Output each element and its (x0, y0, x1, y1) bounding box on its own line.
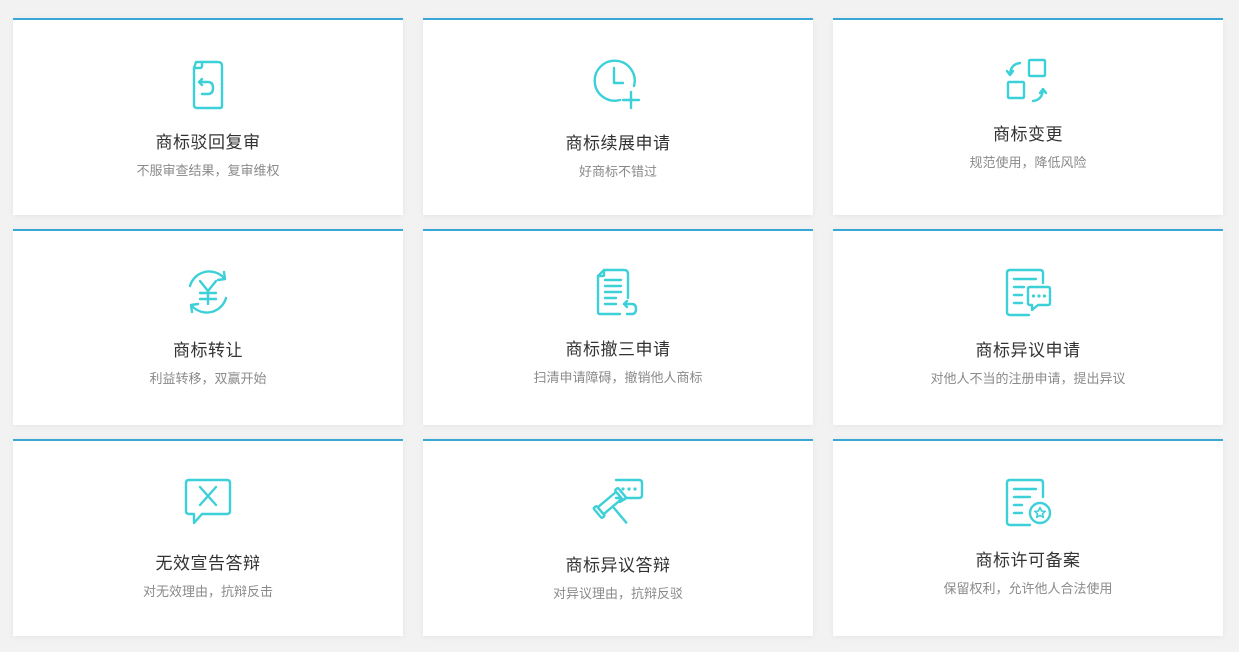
service-title: 无效宣告答辩 (155, 554, 261, 574)
service-card-change[interactable]: 商标变更 规范使用，降低风险 (833, 18, 1223, 215)
service-description: 对无效理由，抗辩反击 (142, 585, 273, 600)
service-description: 好商标不错过 (578, 165, 657, 180)
service-description: 利益转移，双赢开始 (149, 372, 267, 387)
service-card-opposition[interactable]: 商标异议申请 对他人不当的注册申请，提出异议 (833, 229, 1223, 425)
document-undo-icon (590, 264, 646, 320)
service-card-rejection-review[interactable]: 商标驳回复审 不服审查结果，复审维权 (13, 18, 403, 215)
service-title: 商标驳回复审 (155, 133, 261, 153)
document-return-icon (180, 56, 236, 112)
service-grid: 商标驳回复审 不服审查结果，复审维权 商标续展申请 好商标不错过 商标变更 规范… (13, 18, 1223, 636)
service-description: 对他人不当的注册申请，提出异议 (930, 372, 1126, 387)
service-title: 商标变更 (993, 125, 1063, 145)
service-card-invalidation-defense[interactable]: 无效宣告答辩 对无效理由，抗辩反击 (13, 439, 403, 636)
swap-squares-icon (1000, 54, 1056, 110)
chat-x-icon (180, 475, 236, 531)
yen-exchange-icon (180, 264, 236, 320)
service-card-cancellation[interactable]: 商标撤三申请 扫清申请障碍，撤销他人商标 (423, 229, 813, 425)
service-title: 商标异议答辩 (565, 556, 671, 576)
gavel-chat-icon (590, 475, 646, 531)
service-description: 扫清申请障碍，撤销他人商标 (533, 371, 703, 386)
document-chat-icon (1000, 265, 1056, 321)
service-description: 对异议理由，抗辩反驳 (552, 587, 683, 602)
service-title: 商标撤三申请 (565, 340, 671, 360)
service-title: 商标异议申请 (975, 341, 1081, 361)
service-title: 商标续展申请 (565, 134, 671, 154)
service-description: 保留权利，允许他人合法使用 (943, 582, 1113, 597)
service-card-transfer[interactable]: 商标转让 利益转移，双赢开始 (13, 229, 403, 425)
service-description: 规范使用，降低风险 (969, 156, 1087, 171)
service-card-license-filing[interactable]: 商标许可备案 保留权利，允许他人合法使用 (833, 439, 1223, 636)
document-star-icon (1000, 475, 1056, 531)
service-title: 商标许可备案 (975, 551, 1081, 571)
service-card-opposition-defense[interactable]: 商标异议答辩 对异议理由，抗辩反驳 (423, 439, 813, 636)
clock-plus-icon (590, 56, 646, 112)
service-card-renewal[interactable]: 商标续展申请 好商标不错过 (423, 18, 813, 215)
service-description: 不服审查结果，复审维权 (136, 164, 280, 179)
service-title: 商标转让 (173, 341, 243, 361)
